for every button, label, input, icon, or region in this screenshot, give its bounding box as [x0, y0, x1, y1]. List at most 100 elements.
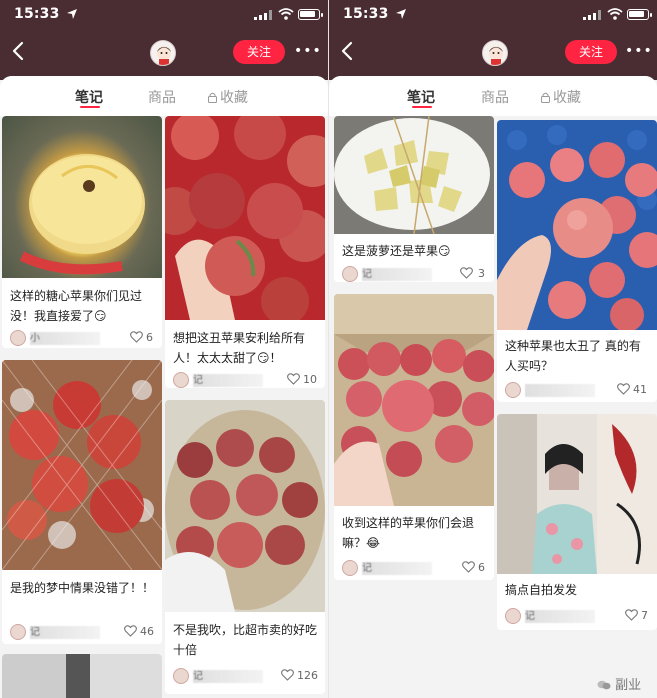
like-heart-icon[interactable] [460, 267, 473, 279]
post-meta: 记 7 [497, 608, 657, 628]
post-meta: 41 [497, 382, 657, 402]
author-name: 记 [362, 268, 432, 281]
tab-products[interactable]: 商品 [148, 87, 176, 107]
author-name: 记 [30, 626, 100, 639]
profile-avatar[interactable] [482, 40, 508, 66]
like-heart-icon[interactable] [625, 609, 638, 621]
post-title: 这样的糖心苹果你们见过没！我直接爱了😏 [10, 289, 143, 323]
post-title: 不是我吹，比超市卖的好吃十倍 [173, 623, 318, 657]
post-title: 想把这丑苹果安利给所有人！太太太甜了😏！ [173, 331, 306, 365]
wechat-logo-icon [597, 680, 611, 690]
post-card[interactable] [2, 654, 162, 698]
post-title: 这种苹果也太丑了 真的有人买吗？ [505, 339, 641, 373]
more-options-icon[interactable]: ••• [294, 42, 321, 60]
author-name [525, 384, 595, 397]
post-meta: 记 10 [165, 372, 325, 388]
post-meta: 记 126 [165, 668, 325, 688]
like-count: 46 [140, 625, 154, 638]
lock-icon [541, 92, 550, 103]
post-meta: 记 3 [334, 266, 494, 282]
like-count: 6 [478, 561, 485, 574]
back-arrow-icon[interactable] [10, 40, 28, 62]
like-heart-icon[interactable] [287, 373, 300, 385]
post-card[interactable]: 想把这丑苹果安利给所有人！太太太甜了😏！ 记 10 [165, 116, 325, 388]
post-image-room [2, 654, 162, 698]
like-count: 6 [146, 331, 153, 344]
location-arrow-icon [396, 9, 406, 19]
post-card[interactable]: 这是菠萝还是苹果😏 记 3 [334, 116, 494, 282]
like-count: 3 [478, 267, 485, 280]
post-title: 是我的梦中情果没错了！！ [10, 581, 155, 595]
battery-icon [627, 9, 652, 20]
profile-content: 笔记 商品 收藏 这样的糖心苹果你们见过没！我直接爱了😏 小 6 是我的梦中情果… [0, 76, 328, 698]
like-count: 7 [641, 609, 648, 622]
author-avatar [10, 624, 26, 640]
author-avatar [342, 560, 358, 576]
post-card[interactable]: 搞点自拍发发 记 7 [497, 414, 657, 630]
post-image-apple-box [334, 294, 494, 506]
tab-favorites-label: 收藏 [553, 90, 581, 106]
wifi-icon [607, 8, 623, 20]
like-heart-icon[interactable] [124, 625, 137, 637]
author-avatar [10, 330, 26, 346]
author-avatar [173, 668, 189, 684]
wifi-icon [278, 8, 294, 20]
tab-products[interactable]: 商品 [481, 87, 509, 107]
post-card[interactable]: 这种苹果也太丑了 真的有人买吗？ 41 [497, 120, 657, 402]
post-card[interactable]: 是我的梦中情果没错了！！ 记 46 [2, 360, 162, 644]
post-card[interactable]: 这样的糖心苹果你们见过没！我直接爱了😏 小 6 [2, 116, 162, 348]
like-count: 41 [633, 383, 647, 396]
signal-icon [254, 10, 272, 20]
post-meta: 记 6 [334, 560, 494, 580]
tab-bar: 笔记 商品 收藏 [329, 76, 657, 116]
tab-favorites[interactable]: 收藏 [541, 87, 581, 107]
author-avatar [342, 266, 358, 282]
location-arrow-icon [67, 9, 77, 19]
watermark: 副业 [597, 674, 655, 694]
author-avatar [505, 382, 521, 398]
post-image-apple-basket [165, 400, 325, 612]
author-name: 小 [30, 332, 100, 345]
profile-avatar[interactable] [150, 40, 176, 66]
tab-favorites-label: 收藏 [220, 90, 248, 106]
author-name: 记 [193, 670, 263, 683]
tab-notes[interactable]: 笔记 [75, 87, 103, 107]
avatar-cartoon-icon [489, 46, 503, 65]
left-screen: 15:33 关注 ••• 笔记 商品 收藏 这样的糖心苹果你们见过没！我直接爱了… [0, 0, 328, 698]
like-heart-icon[interactable] [462, 561, 475, 573]
follow-button[interactable]: 关注 [565, 40, 617, 64]
post-image-apples-in-net [2, 360, 162, 570]
active-tab-underline [80, 106, 100, 108]
like-heart-icon[interactable] [281, 669, 294, 681]
author-name: 记 [193, 374, 263, 387]
back-arrow-icon[interactable] [339, 40, 357, 62]
tab-notes[interactable]: 笔记 [407, 87, 435, 107]
tab-favorites[interactable]: 收藏 [208, 87, 248, 107]
status-time: 15:33 [14, 6, 60, 22]
status-time: 15:33 [343, 6, 389, 22]
battery-icon [298, 9, 323, 20]
like-heart-icon[interactable] [617, 383, 630, 395]
profile-content: 笔记 商品 收藏 这是菠萝还是苹果😏 记 3 收到这样的苹果你们会退嘛？😂 记 … [329, 76, 657, 698]
tab-bar: 笔记 商品 收藏 [0, 76, 328, 116]
more-options-icon[interactable]: ••• [625, 42, 652, 60]
avatar-cartoon-icon [157, 46, 171, 65]
like-count: 10 [303, 373, 317, 386]
author-avatar [173, 372, 189, 388]
post-title: 搞点自拍发发 [505, 583, 578, 597]
post-image-selfie [497, 414, 657, 574]
like-count: 126 [297, 669, 318, 682]
lock-icon [208, 92, 217, 103]
like-heart-icon[interactable] [130, 331, 143, 343]
post-card[interactable]: 不是我吹，比超市卖的好吃十倍 记 126 [165, 400, 325, 694]
post-meta: 记 46 [2, 624, 162, 644]
author-avatar [505, 608, 521, 624]
profile-header: 15:33 关注 ••• [329, 0, 657, 80]
post-image-apple-in-hand-blue [497, 120, 657, 330]
follow-button[interactable]: 关注 [233, 40, 285, 64]
active-tab-underline [412, 106, 432, 108]
post-image-apple-slices [334, 116, 494, 234]
post-card[interactable]: 收到这样的苹果你们会退嘛？😂 记 6 [334, 294, 494, 580]
composite-screenshot: 15:33 关注 ••• 笔记 商品 收藏 这样的糖心苹果你们见过没！我直接爱了… [0, 0, 657, 698]
post-meta: 小 6 [2, 330, 162, 348]
